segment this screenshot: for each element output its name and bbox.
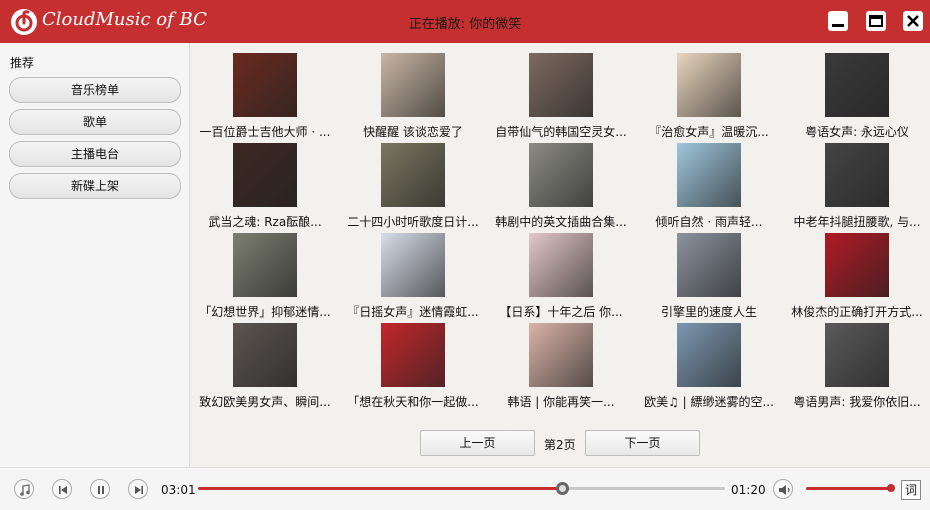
close-button[interactable] bbox=[903, 11, 923, 31]
minimize-icon bbox=[832, 24, 844, 27]
playlist-grid: 上一页 第2页 下一页 一百位爵士吉他大师 · ... 快醒醒 该谈恋爱了 自带仙气… bbox=[191, 43, 930, 467]
playlist-cover[interactable] bbox=[825, 233, 889, 297]
playlist-card[interactable]: 【日系】十年之后 你... bbox=[487, 223, 635, 319]
previous-button[interactable] bbox=[52, 479, 72, 499]
volume-handle[interactable] bbox=[887, 484, 895, 492]
playlist-card[interactable]: 欧美♫ | 縹缈迷雾的空... bbox=[635, 313, 783, 409]
player-bar: 03:01 01:20 词 bbox=[0, 467, 930, 510]
playlist-card[interactable]: 快醒醒 该谈恋爱了 bbox=[339, 43, 487, 139]
playlist-card[interactable]: 武当之魂: Rza酝酿... bbox=[191, 133, 339, 229]
playlist-card[interactable]: 二十四小时听歌度日计... bbox=[339, 133, 487, 229]
playlist-cover[interactable] bbox=[529, 143, 593, 207]
elapsed-time: 03:01 bbox=[161, 483, 196, 497]
playlist-cover[interactable] bbox=[233, 233, 297, 297]
playlist-cover[interactable] bbox=[381, 143, 445, 207]
playlist-card[interactable]: 林俊杰的正确打开方式... bbox=[783, 223, 930, 319]
title-bar: CloudMusic of BC 正在播放: 你的微笑 bbox=[0, 0, 930, 43]
next-page-button[interactable]: 下一页 bbox=[585, 430, 700, 456]
playlist-cover[interactable] bbox=[529, 233, 593, 297]
minimize-button[interactable] bbox=[828, 11, 848, 31]
sidebar-item-new-albums[interactable]: 新碟上架 bbox=[9, 173, 181, 199]
playlist-title: 「想在秋天和你一起做... bbox=[347, 395, 479, 409]
now-playing-label: 正在播放: 你的微笑 bbox=[408, 17, 522, 32]
prev-page-button[interactable]: 上一页 bbox=[420, 430, 535, 456]
page-indicator: 第2页 bbox=[544, 438, 576, 452]
total-time: 01:20 bbox=[731, 483, 766, 497]
playlist-card[interactable]: 粤语男声: 我爱你依旧... bbox=[783, 313, 930, 409]
playlist-cover[interactable] bbox=[677, 233, 741, 297]
playlist-cover[interactable] bbox=[825, 53, 889, 117]
playlist-cover[interactable] bbox=[381, 53, 445, 117]
playlist-button[interactable] bbox=[14, 479, 34, 499]
playlist-card[interactable]: 粤语女声: 永远心仪 bbox=[783, 43, 930, 139]
next-button[interactable] bbox=[128, 479, 148, 499]
playlist-card[interactable]: 一百位爵士吉他大师 · ... bbox=[191, 43, 339, 139]
sidebar-item-radio[interactable]: 主播电台 bbox=[9, 141, 181, 167]
maximize-icon bbox=[869, 15, 883, 27]
playlist-card[interactable]: 韩剧中的英文插曲合集... bbox=[487, 133, 635, 229]
playlist-card[interactable]: 「幻想世界」抑郁迷情... bbox=[191, 223, 339, 319]
mute-button[interactable] bbox=[773, 479, 793, 499]
playlist-card[interactable]: 『治愈女声』温暖沉... bbox=[635, 43, 783, 139]
playlist-cover[interactable] bbox=[381, 323, 445, 387]
volume-fill bbox=[806, 487, 891, 490]
playlist-cover[interactable] bbox=[825, 143, 889, 207]
playlist-title: 粤语男声: 我爱你依旧... bbox=[793, 395, 921, 409]
progress-slider[interactable] bbox=[198, 482, 725, 495]
close-icon bbox=[907, 15, 919, 27]
playlist-title: 致幻欧美男女声、瞬间... bbox=[199, 395, 331, 409]
playlist-cover[interactable] bbox=[233, 53, 297, 117]
pause-icon bbox=[98, 486, 104, 494]
sidebar-item-charts[interactable]: 音乐榜单 bbox=[9, 77, 181, 103]
sidebar-heading: 推荐 bbox=[10, 56, 35, 70]
lyrics-button[interactable]: 词 bbox=[901, 480, 921, 500]
volume-slider[interactable] bbox=[806, 484, 895, 492]
playlist-card[interactable]: 韩语 | 你能再笑一... bbox=[487, 313, 635, 409]
playlist-cover[interactable] bbox=[233, 143, 297, 207]
sidebar-item-playlists[interactable]: 歌单 bbox=[9, 109, 181, 135]
playlist-card[interactable]: 致幻欧美男女声、瞬间... bbox=[191, 313, 339, 409]
playlist-title: 韩语 | 你能再笑一... bbox=[507, 395, 615, 409]
playlist-cover[interactable] bbox=[529, 53, 593, 117]
sidebar: 推荐 音乐榜单 歌单 主播电台 新碟上架 bbox=[0, 43, 190, 467]
playlist-card[interactable]: 自带仙气的韩国空灵女... bbox=[487, 43, 635, 139]
previous-icon bbox=[59, 486, 67, 494]
music-note-icon bbox=[20, 484, 30, 496]
volume-icon bbox=[779, 485, 790, 495]
playlist-card[interactable]: 倾听自然 · 雨声轻... bbox=[635, 133, 783, 229]
playlist-cover[interactable] bbox=[677, 323, 741, 387]
playlist-title: 欧美♫ | 縹缈迷雾的空... bbox=[644, 395, 774, 409]
pause-button[interactable] bbox=[90, 479, 110, 499]
progress-handle[interactable] bbox=[555, 482, 569, 495]
playlist-card[interactable]: 「想在秋天和你一起做... bbox=[339, 313, 487, 409]
playlist-card[interactable]: 『日摇女声』迷情霞虹... bbox=[339, 223, 487, 319]
playlist-cover[interactable] bbox=[677, 143, 741, 207]
playlist-cover[interactable] bbox=[233, 323, 297, 387]
playlist-cover[interactable] bbox=[529, 323, 593, 387]
playlist-cover[interactable] bbox=[825, 323, 889, 387]
next-icon bbox=[135, 486, 143, 494]
playlist-card[interactable]: 中老年抖腿扭腰歌, 与... bbox=[783, 133, 930, 229]
maximize-button[interactable] bbox=[866, 11, 886, 31]
playlist-card[interactable]: 引擎里的速度人生 bbox=[635, 223, 783, 319]
progress-fill bbox=[198, 487, 562, 490]
playlist-cover[interactable] bbox=[677, 53, 741, 117]
playlist-cover[interactable] bbox=[381, 233, 445, 297]
